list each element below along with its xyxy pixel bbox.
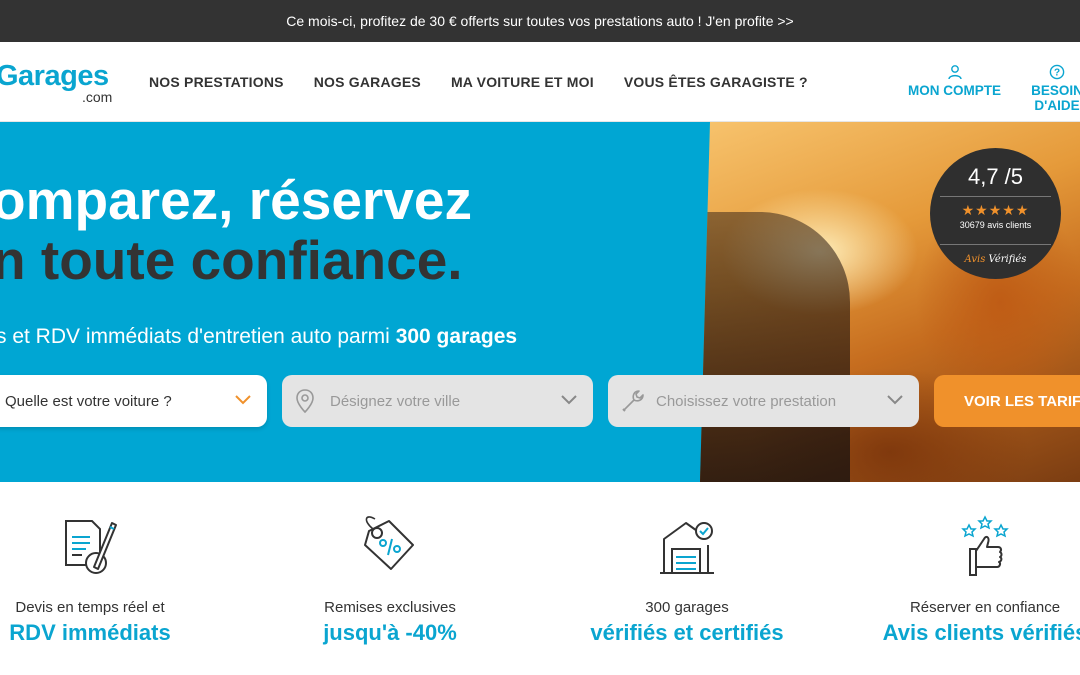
promo-banner[interactable]: Ce mois-ci, profitez de 30 € offerts sur… — [0, 0, 1080, 42]
wrench-icon — [622, 390, 644, 412]
hero-section: omparez, réservez n toute confiance. s e… — [0, 122, 1080, 482]
feature-discounts: Remises exclusives jusqu'à -40% — [300, 515, 480, 646]
chevron-down-icon — [561, 395, 577, 405]
quote-document-icon — [65, 520, 117, 574]
hero-subtitle-bold: 300 garages — [395, 325, 518, 348]
feature-quotes: Devis en temps réel et RDV immédiats — [0, 515, 180, 646]
help-label: BESOIN D'AIDE — [1031, 83, 1080, 113]
nav-prestations[interactable]: NOS PRESTATIONS — [149, 74, 284, 90]
brand-text: Vérifiés — [985, 254, 1027, 265]
promo-text[interactable]: Ce mois-ci, profitez de 30 € offerts sur… — [286, 13, 793, 29]
rating-badge[interactable]: 4,7 /5 ★★★★★ 30679 avis clients Avis Vér… — [930, 148, 1061, 279]
rating-count: 30679 avis clients — [959, 220, 1032, 230]
rating-stars-icon: ★★★★★ — [961, 202, 1030, 218]
car-select-label: Quelle est votre voiture ? — [5, 392, 172, 410]
hero-title-line2: n toute confiance. — [0, 229, 463, 291]
see-prices-label: VOIR LES TARIFS — [964, 392, 1080, 410]
city-input[interactable]: Désignez votre ville — [282, 375, 593, 427]
chevron-down-icon — [235, 395, 251, 405]
feature-caption: Remises exclusives — [324, 599, 456, 616]
city-placeholder: Désignez votre ville — [330, 392, 461, 410]
nav-ma-voiture[interactable]: MA VOITURE ET MOI — [451, 74, 594, 90]
divider — [940, 196, 1051, 197]
feature-caption: Réserver en confiance — [909, 599, 1061, 616]
rating-score: 4,7 /5 — [967, 164, 1024, 189]
brand-accent: Avis — [964, 254, 986, 265]
car-select[interactable]: Quelle est votre voiture ? — [0, 375, 267, 427]
site-header: Garages .com NOS PRESTATIONS NOS GARAGES… — [0, 42, 1080, 122]
service-input[interactable]: Choisissez votre prestation — [608, 375, 919, 427]
see-prices-button[interactable]: VOIR LES TARIFS — [934, 375, 1080, 427]
hero-subtitle-text: s et RDV immédiats d'entretien auto parm… — [0, 325, 396, 348]
hero-subtitle: s et RDV immédiats d'entretien auto parm… — [0, 325, 517, 349]
service-placeholder: Choisissez votre prestation — [656, 392, 837, 410]
car-silhouette — [700, 212, 850, 482]
feature-highlight: vérifiés et certifiés — [590, 620, 784, 645]
nav-garages[interactable]: NOS GARAGES — [314, 74, 421, 90]
account-label: MON COMPTE — [908, 83, 1001, 98]
feature-caption: Devis en temps réel et — [15, 599, 165, 616]
logo-suffix: .com — [82, 89, 113, 105]
feature-highlight: jusqu'à -40% — [323, 620, 457, 645]
hero-title-line1: omparez, réservez — [0, 169, 472, 231]
certified-garage-icon — [660, 522, 714, 574]
discount-tag-icon — [364, 516, 414, 570]
location-pin-icon — [296, 389, 314, 414]
site-logo[interactable]: Garages .com — [0, 60, 126, 105]
feature-reviews: Réserver en confiance Avis clients vérif… — [880, 515, 1080, 646]
feature-highlight: Avis clients vérifiés — [882, 620, 1080, 645]
hero-title: omparez, réservez n toute confiance. — [0, 170, 472, 290]
chevron-down-icon — [887, 395, 903, 405]
feature-caption: 300 garages — [645, 599, 729, 616]
user-icon — [947, 65, 962, 80]
svg-text:?: ? — [1054, 68, 1060, 79]
divider — [940, 244, 1051, 245]
help-icon: ? — [1049, 64, 1065, 80]
account-link[interactable]: MON COMPTE — [908, 64, 1001, 98]
main-nav: NOS PRESTATIONS NOS GARAGES MA VOITURE E… — [149, 42, 838, 122]
avis-verifies-logo: Avis Vérifiés — [930, 254, 1061, 265]
feature-certified: 300 garages vérifiés et certifiés — [577, 515, 797, 646]
help-link[interactable]: ? BESOIN D'AIDE — [1017, 64, 1080, 113]
nav-garagiste[interactable]: VOUS ÊTES GARAGISTE ? — [624, 74, 808, 90]
thumbs-up-stars-icon — [961, 515, 1009, 576]
feature-highlight: RDV immédiats — [9, 620, 171, 645]
